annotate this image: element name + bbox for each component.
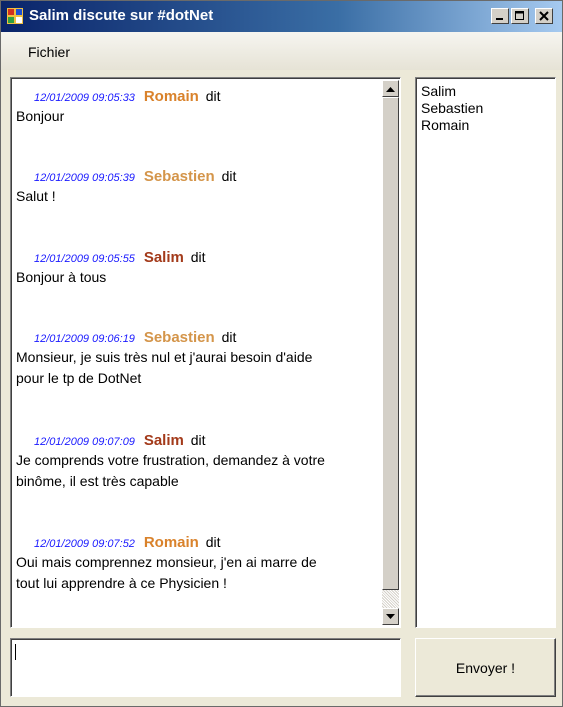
window-title: Salim discute sur #dotNet <box>29 7 214 24</box>
menu-bar: Fichier <box>1 32 562 70</box>
message-author: Romain <box>143 88 199 105</box>
message-timestamp: 12/01/2009 09:05:39 <box>34 172 135 184</box>
message-author: Sebastien <box>143 329 215 346</box>
message-line: Monsieur, je suis très nul et j'aurai be… <box>16 349 313 365</box>
chat-message: 12/01/2009 09:05:39 Sebastien dit Salut … <box>16 166 378 207</box>
scroll-down-button[interactable] <box>382 608 399 625</box>
message-timestamp: 12/01/2009 09:05:33 <box>34 92 135 104</box>
message-verb: dit <box>205 88 221 104</box>
chat-window: Salim discute sur #dotNet Fichier 12/01/… <box>0 0 563 707</box>
message-verb: dit <box>221 168 237 184</box>
message-timestamp: 12/01/2009 09:06:19 <box>34 333 135 345</box>
send-button[interactable]: Envoyer ! <box>415 638 556 697</box>
chat-message: 12/01/2009 09:05:55 Salim dit Bonjour à … <box>16 247 378 288</box>
user-list-item[interactable]: Salim <box>421 83 456 100</box>
message-header: 12/01/2009 09:05:33 Romain dit <box>16 86 378 106</box>
message-verb: dit <box>190 249 206 265</box>
maximize-button[interactable] <box>511 8 529 24</box>
message-line: Bonjour à tous <box>16 269 107 285</box>
menu-fichier[interactable]: Fichier <box>28 44 70 60</box>
message-line: Bonjour <box>16 108 65 124</box>
message-list: 12/01/2009 09:05:33 Romain dit Bonjour 1… <box>13 80 381 625</box>
scroll-track[interactable] <box>382 590 399 608</box>
close-icon <box>539 11 549 21</box>
scroll-thumb[interactable] <box>382 97 399 590</box>
message-verb: dit <box>205 534 221 550</box>
message-author: Romain <box>143 534 199 551</box>
user-list[interactable]: Salim Sebastien Romain <box>415 77 556 628</box>
message-verb: dit <box>221 329 237 345</box>
close-button[interactable] <box>535 8 553 24</box>
maximize-icon <box>515 11 524 20</box>
minimize-icon <box>496 18 503 20</box>
message-timestamp: 12/01/2009 09:07:52 <box>34 538 135 550</box>
message-author: Salim <box>143 249 184 266</box>
message-line: Je comprends votre frustration, demandez… <box>16 452 325 468</box>
message-timestamp: 12/01/2009 09:05:55 <box>34 253 135 265</box>
arrow-down-icon <box>386 613 395 619</box>
chat-scrollbar[interactable] <box>382 80 399 625</box>
message-header: 12/01/2009 09:05:55 Salim dit <box>16 247 378 267</box>
chat-message: 12/01/2009 09:06:19 Sebastien dit Monsie… <box>16 327 378 389</box>
user-list-item[interactable]: Sebastien <box>421 100 483 117</box>
scroll-up-button[interactable] <box>382 80 399 97</box>
text-caret <box>15 644 16 660</box>
title-bar[interactable]: Salim discute sur #dotNet <box>1 1 562 32</box>
arrow-up-icon <box>386 86 395 92</box>
message-input[interactable] <box>10 638 401 697</box>
chat-message: 12/01/2009 09:07:52 Romain dit Oui mais … <box>16 532 378 594</box>
chat-message: 12/01/2009 09:05:33 Romain dit Bonjour <box>16 86 378 127</box>
message-line: binôme, il est très capable <box>16 473 179 489</box>
app-icon <box>7 8 23 24</box>
message-author: Sebastien <box>143 168 215 185</box>
minimize-button[interactable] <box>491 8 509 24</box>
chat-history-panel[interactable]: 12/01/2009 09:05:33 Romain dit Bonjour 1… <box>10 77 401 628</box>
message-timestamp: 12/01/2009 09:07:09 <box>34 436 135 448</box>
message-verb: dit <box>190 432 206 448</box>
user-list-item[interactable]: Romain <box>421 117 469 134</box>
message-line: tout lui apprendre à ce Physicien ! <box>16 575 227 591</box>
message-header: 12/01/2009 09:07:09 Salim dit <box>16 430 378 450</box>
message-line: Oui mais comprennez monsieur, j'en ai ma… <box>16 554 317 570</box>
chat-message: 12/01/2009 09:07:09 Salim dit Je compren… <box>16 430 378 492</box>
message-header: 12/01/2009 09:07:52 Romain dit <box>16 532 378 552</box>
message-header: 12/01/2009 09:05:39 Sebastien dit <box>16 166 378 186</box>
message-author: Salim <box>143 432 184 449</box>
message-line: Salut ! <box>16 188 56 204</box>
message-header: 12/01/2009 09:06:19 Sebastien dit <box>16 327 378 347</box>
message-line: pour le tp de DotNet <box>16 370 142 386</box>
